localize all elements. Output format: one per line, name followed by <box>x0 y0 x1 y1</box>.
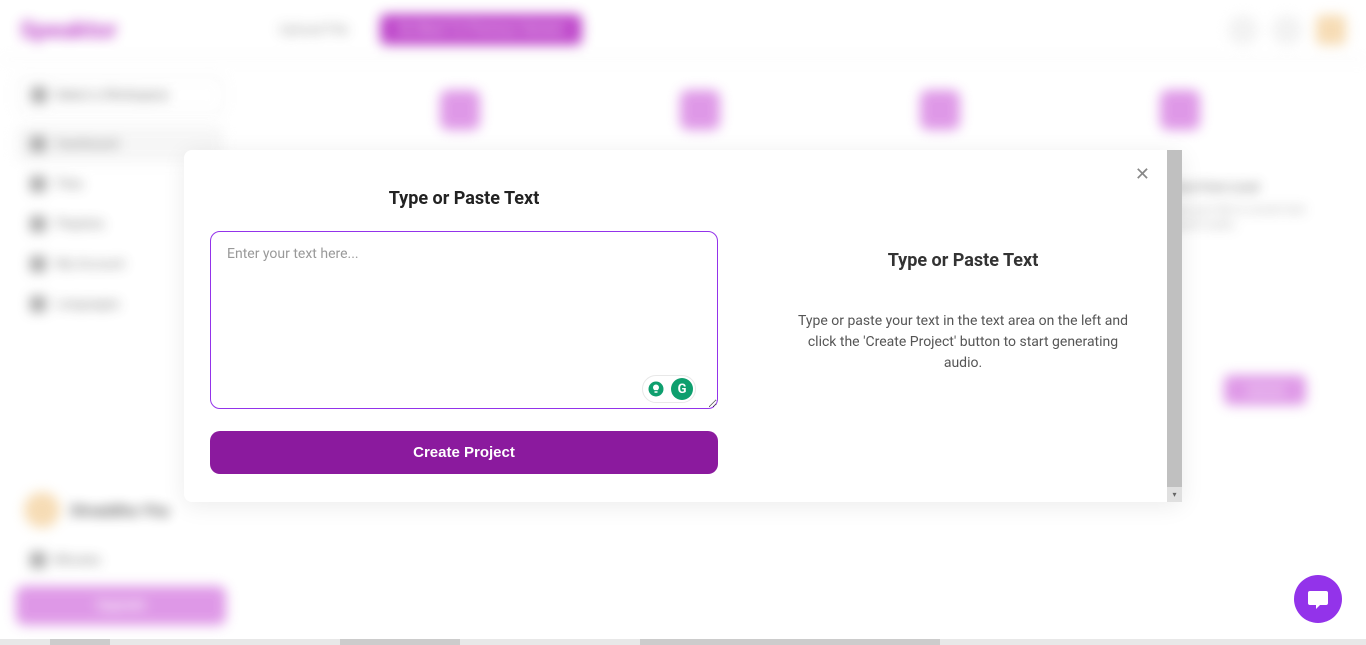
type-text-modal: ▾ ✕ Type or Paste Text G Create Project <box>184 150 1182 502</box>
lightbulb-icon[interactable] <box>645 378 667 400</box>
modal-right-title: Type or Paste Text <box>794 250 1132 271</box>
close-icon[interactable]: ✕ <box>1135 166 1150 184</box>
modal-scrollbar[interactable]: ▾ <box>1167 150 1182 502</box>
grammar-extension-badges: G <box>642 375 696 403</box>
modal-right-description: Type or paste your text in the text area… <box>794 311 1132 374</box>
grammarly-icon[interactable]: G <box>671 378 693 400</box>
text-input[interactable] <box>210 231 718 409</box>
modal-right-panel: Type or Paste Text Type or paste your te… <box>744 150 1182 502</box>
chat-icon <box>1306 587 1330 611</box>
scroll-thumb[interactable] <box>1167 150 1182 490</box>
scroll-down-icon[interactable]: ▾ <box>1167 487 1182 502</box>
modal-left-title: Type or Paste Text <box>210 188 718 209</box>
create-project-button[interactable]: Create Project <box>210 431 718 474</box>
chat-widget-button[interactable] <box>1294 575 1342 623</box>
modal-left-panel: Type or Paste Text G Create Project <box>184 150 744 502</box>
modal-overlay: ▾ ✕ Type or Paste Text G Create Project <box>0 0 1366 645</box>
